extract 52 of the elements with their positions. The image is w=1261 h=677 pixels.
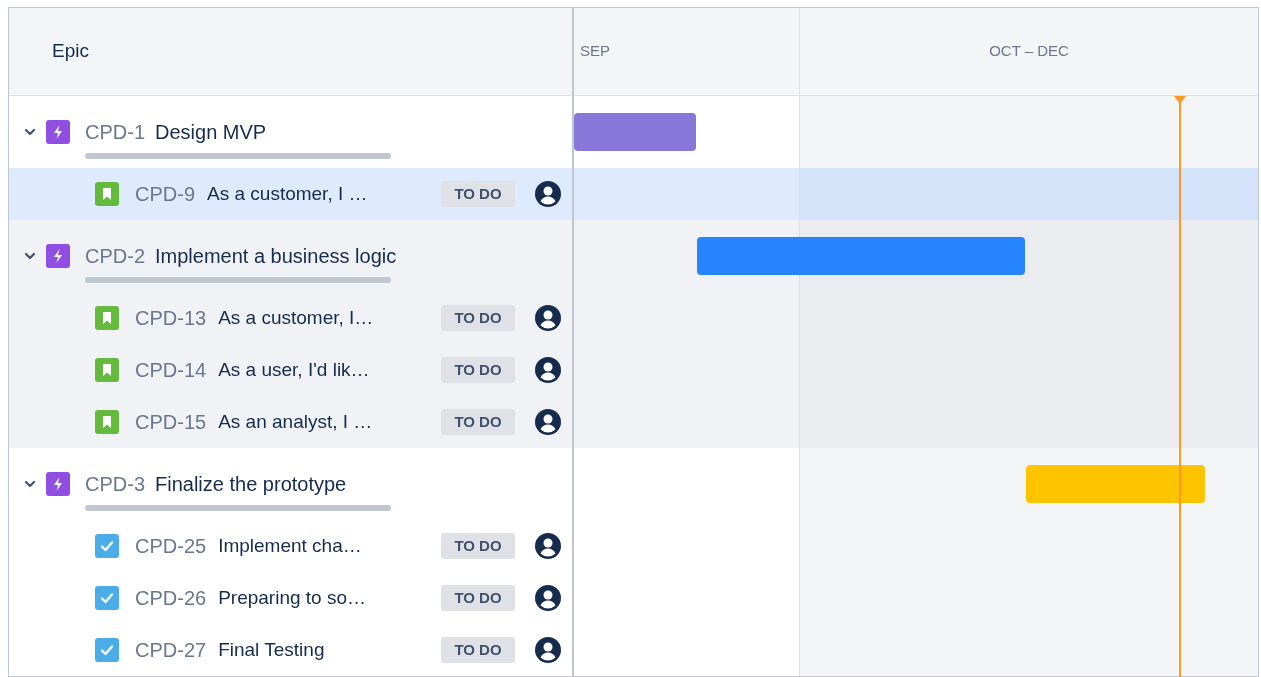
epic-row[interactable]: CPD-2 Implement a business logic xyxy=(9,220,572,292)
avatar-icon[interactable] xyxy=(535,305,561,331)
issue-row[interactable]: CPD-15 As an analyst, I … TO DO xyxy=(9,396,572,448)
epic-title: Implement a business logic xyxy=(155,244,397,269)
column-header: Epic xyxy=(52,39,89,64)
status-badge: TO DO xyxy=(441,181,515,207)
status-badge: TO DO xyxy=(441,305,515,331)
avatar-icon[interactable] xyxy=(535,533,561,559)
status-badge: TO DO xyxy=(441,637,515,663)
avatar-icon[interactable] xyxy=(535,637,561,663)
avatar-icon[interactable] xyxy=(535,409,561,435)
bookmark-icon xyxy=(95,410,119,434)
status-badge: TO DO xyxy=(441,357,515,383)
status-badge: TO DO xyxy=(441,533,515,559)
issue-summary: As an analyst, I … xyxy=(218,409,374,434)
issue-row[interactable]: CPD-14 As a user, I'd lik… TO DO xyxy=(9,344,572,396)
lightning-icon xyxy=(46,120,70,144)
status-badge: TO DO xyxy=(441,409,515,435)
bookmark-icon xyxy=(95,182,119,206)
epic-title: Finalize the prototype xyxy=(155,472,347,497)
issue-key[interactable]: CPD-1 xyxy=(85,117,145,147)
lightning-icon xyxy=(46,244,70,268)
issue-row[interactable]: CPD-13 As a customer, I… TO DO xyxy=(9,292,572,344)
issue-key[interactable]: CPD-14 xyxy=(135,355,207,385)
issue-key[interactable]: CPD-13 xyxy=(135,303,207,333)
checkmark-icon xyxy=(95,638,119,662)
issue-key[interactable]: CPD-26 xyxy=(135,583,207,613)
checkmark-icon xyxy=(95,586,119,610)
lightning-icon xyxy=(46,472,70,496)
issue-key[interactable]: CPD-2 xyxy=(85,241,145,271)
avatar-icon[interactable] xyxy=(535,585,561,611)
avatar-icon[interactable] xyxy=(535,181,561,207)
bookmark-icon xyxy=(95,358,119,382)
issue-key[interactable]: CPD-25 xyxy=(135,531,207,561)
issue-row[interactable]: CPD-9 As a customer, I … TO DO xyxy=(9,168,572,220)
issue-summary: As a user, I'd lik… xyxy=(218,357,371,382)
status-badge: TO DO xyxy=(441,585,515,611)
bookmark-icon xyxy=(95,306,119,330)
issue-key[interactable]: CPD-27 xyxy=(135,635,207,665)
issue-summary: Implement cha… xyxy=(218,533,363,558)
issue-summary: As a customer, I… xyxy=(218,305,375,330)
issue-key[interactable]: CPD-15 xyxy=(135,407,207,437)
issue-summary: Final Testing xyxy=(218,637,326,662)
epic-title: Design MVP xyxy=(155,120,267,145)
period-label: OCT – DEC xyxy=(989,41,1069,62)
checkmark-icon xyxy=(95,534,119,558)
issue-summary: As a customer, I … xyxy=(207,181,369,206)
avatar-icon[interactable] xyxy=(535,357,561,383)
issue-key[interactable]: CPD-9 xyxy=(135,179,195,209)
issue-summary: Preparing to so… xyxy=(218,585,367,610)
issue-key[interactable]: CPD-3 xyxy=(85,469,145,499)
period-label: SEP xyxy=(580,41,610,62)
